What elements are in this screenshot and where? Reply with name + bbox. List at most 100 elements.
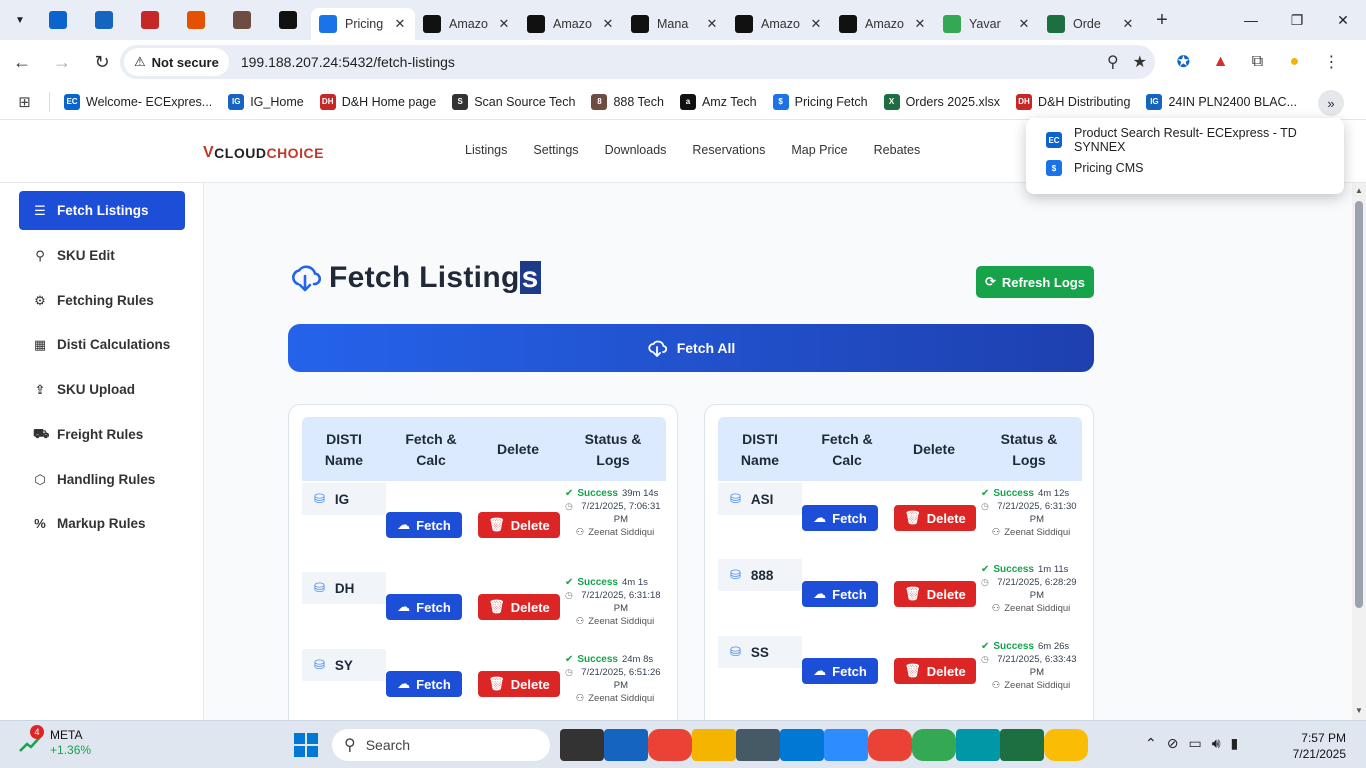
taskbar-app[interactable] <box>648 729 692 761</box>
kebab-menu-icon[interactable]: ⋮ <box>1313 52 1350 72</box>
taskbar-app[interactable] <box>780 729 824 761</box>
close-icon[interactable]: ✕ <box>497 16 511 32</box>
sidebar-item-handling-rules[interactable]: ⬡ Handling Rules <box>19 460 185 499</box>
sidebar-item-fetch-listings[interactable]: ☰ Fetch Listings <box>19 191 185 230</box>
fetch-all-button[interactable]: Fetch All <box>288 324 1094 372</box>
bookmarks-overflow-button[interactable]: » <box>1318 90 1344 116</box>
close-icon[interactable]: ✕ <box>1017 16 1031 32</box>
fetch-button[interactable]: ☁ Fetch <box>802 505 878 531</box>
back-button[interactable]: ← <box>4 44 40 80</box>
puzzle-icon[interactable]: ⧉ <box>1239 53 1276 71</box>
close-icon[interactable]: ✕ <box>601 16 615 32</box>
overflow-bookmark-item[interactable]: EC Product Search Result- ECExpress - TD … <box>1026 126 1344 154</box>
nav-link-reservations[interactable]: Reservations <box>692 143 765 157</box>
address-bar[interactable]: ⚠ Not secure 199.188.207.24:5432/fetch-l… <box>120 45 1155 79</box>
nav-link-settings[interactable]: Settings <box>533 143 578 157</box>
bookmark-item[interactable]: IG 24IN PLN2400 BLAC... <box>1138 93 1305 110</box>
clock[interactable]: 7:57 PM 7/21/2025 <box>1293 730 1346 762</box>
taskbar-app[interactable] <box>692 729 736 761</box>
close-icon[interactable]: ✕ <box>705 16 719 32</box>
browser-tab[interactable]: Mana ✕ <box>623 8 727 40</box>
volume-icon[interactable]: 🔊︎ <box>1212 735 1221 752</box>
bookmark-item[interactable]: 8 888 Tech <box>583 93 672 110</box>
overflow-bookmark-item[interactable]: $ Pricing CMS <box>1026 154 1344 182</box>
browser-tab[interactable]: Amazo ✕ <box>727 8 831 40</box>
bookmark-item[interactable]: a Amz Tech <box>672 93 765 110</box>
pinned-tab[interactable] <box>265 0 311 40</box>
delete-button[interactable]: 🗑︎ Delete <box>478 594 560 620</box>
display-icon[interactable]: ▭ <box>1188 735 1201 752</box>
bookmark-item[interactable]: S Scan Source Tech <box>444 93 583 110</box>
sidebar-item-disti-calculations[interactable]: ▦ Disti Calculations <box>19 325 185 364</box>
taskbar-app[interactable] <box>604 729 648 761</box>
close-icon[interactable]: ✕ <box>1121 16 1135 32</box>
apps-grid-icon[interactable]: ⊞ <box>0 91 50 112</box>
sidebar-item-markup-rules[interactable]: % Markup Rules <box>19 504 185 543</box>
taskbar-app[interactable] <box>560 729 604 761</box>
zoom-icon[interactable]: ⚲ <box>1107 52 1119 72</box>
nav-link-downloads[interactable]: Downloads <box>605 143 667 157</box>
browser-tab[interactable]: Amazo ✕ <box>831 8 935 40</box>
browser-tab[interactable]: Pricing ✕ <box>311 8 415 40</box>
delete-button[interactable]: 🗑︎ Delete <box>478 512 560 538</box>
taskbar-app[interactable] <box>868 729 912 761</box>
reload-button[interactable]: ↻ <box>84 44 120 80</box>
fetch-button[interactable]: ☁ Fetch <box>802 581 878 607</box>
bookmark-item[interactable]: DH D&H Distributing <box>1008 93 1138 110</box>
fetch-button[interactable]: ☁ Fetch <box>386 594 462 620</box>
bookmark-star-icon[interactable]: ★ <box>1133 52 1147 72</box>
refresh-logs-button[interactable]: ⟳ Refresh Logs <box>976 266 1094 298</box>
taskbar-app[interactable] <box>824 729 868 761</box>
extension-icon[interactable]: ✪ <box>1165 52 1202 72</box>
taskbar-app[interactable] <box>1000 729 1044 761</box>
close-icon[interactable]: ✕ <box>913 16 927 32</box>
tab-search-button[interactable]: ▼ <box>5 6 35 34</box>
taskbar-app[interactable] <box>912 729 956 761</box>
taskbar-search[interactable]: ⚲ Search <box>332 729 550 761</box>
sidebar-item-fetching-rules[interactable]: ⚙ Fetching Rules <box>19 281 185 320</box>
bookmark-item[interactable]: DH D&H Home page <box>312 93 445 110</box>
security-chip[interactable]: ⚠ Not secure <box>124 48 229 76</box>
delete-button[interactable]: 🗑︎ Delete <box>478 671 560 697</box>
sidebar-item-sku-edit[interactable]: ⚲ SKU Edit <box>19 236 185 275</box>
close-icon[interactable]: ✕ <box>393 16 407 32</box>
delete-button[interactable]: 🗑︎ Delete <box>894 505 976 531</box>
bookmark-item[interactable]: $ Pricing Fetch <box>765 93 876 110</box>
acrobat-icon[interactable]: ▲ <box>1202 53 1239 71</box>
taskbar-app[interactable] <box>736 729 780 761</box>
delete-button[interactable]: 🗑︎ Delete <box>894 658 976 684</box>
cloudchoice-logo[interactable]: V CLOUD CHOICE <box>203 144 324 162</box>
scroll-up-arrow[interactable]: ▲ <box>1355 186 1363 195</box>
scroll-down-arrow[interactable]: ▼ <box>1355 706 1363 715</box>
network-off-icon[interactable]: ⊘ <box>1167 735 1179 752</box>
browser-tab[interactable]: Amazo ✕ <box>519 8 623 40</box>
pinned-tab[interactable] <box>173 0 219 40</box>
bookmark-item[interactable]: IG IG_Home <box>220 93 312 110</box>
nav-link-listings[interactable]: Listings <box>465 143 507 157</box>
taskbar-app[interactable] <box>956 729 1000 761</box>
sidebar-item-sku-upload[interactable]: ⇪ SKU Upload <box>19 370 185 409</box>
fetch-button[interactable]: ☁ Fetch <box>386 671 462 697</box>
chevron-up-icon[interactable]: ⌃ <box>1145 735 1157 752</box>
pinned-tab[interactable] <box>81 0 127 40</box>
close-window-button[interactable]: ✕ <box>1320 0 1366 40</box>
pinned-tab[interactable] <box>219 0 265 40</box>
browser-tab[interactable]: Amazo ✕ <box>415 8 519 40</box>
windows-start-icon[interactable] <box>294 733 318 757</box>
fetch-button[interactable]: ☁ Fetch <box>386 512 462 538</box>
delete-button[interactable]: 🗑︎ Delete <box>894 581 976 607</box>
browser-tab[interactable]: Yavar ✕ <box>935 8 1039 40</box>
page-scrollbar[interactable]: ▲ ▼ <box>1352 183 1366 720</box>
url-text[interactable]: 199.188.207.24:5432/fetch-listings <box>241 54 455 70</box>
nav-link-map-price[interactable]: Map Price <box>791 143 847 157</box>
bookmark-item[interactable]: EC Welcome- ECExpres... <box>56 93 220 110</box>
pinned-tab[interactable] <box>35 0 81 40</box>
scroll-thumb[interactable] <box>1355 201 1363 608</box>
forward-button[interactable]: → <box>44 44 80 80</box>
stock-widget[interactable]: 4 META +1.36% <box>18 725 91 758</box>
bookmark-item[interactable]: X Orders 2025.xlsx <box>876 93 1008 110</box>
pinned-tab[interactable] <box>127 0 173 40</box>
battery-icon[interactable]: ▮ <box>1231 735 1239 752</box>
close-icon[interactable]: ✕ <box>809 16 823 32</box>
browser-tab[interactable]: Orde ✕ <box>1039 8 1143 40</box>
